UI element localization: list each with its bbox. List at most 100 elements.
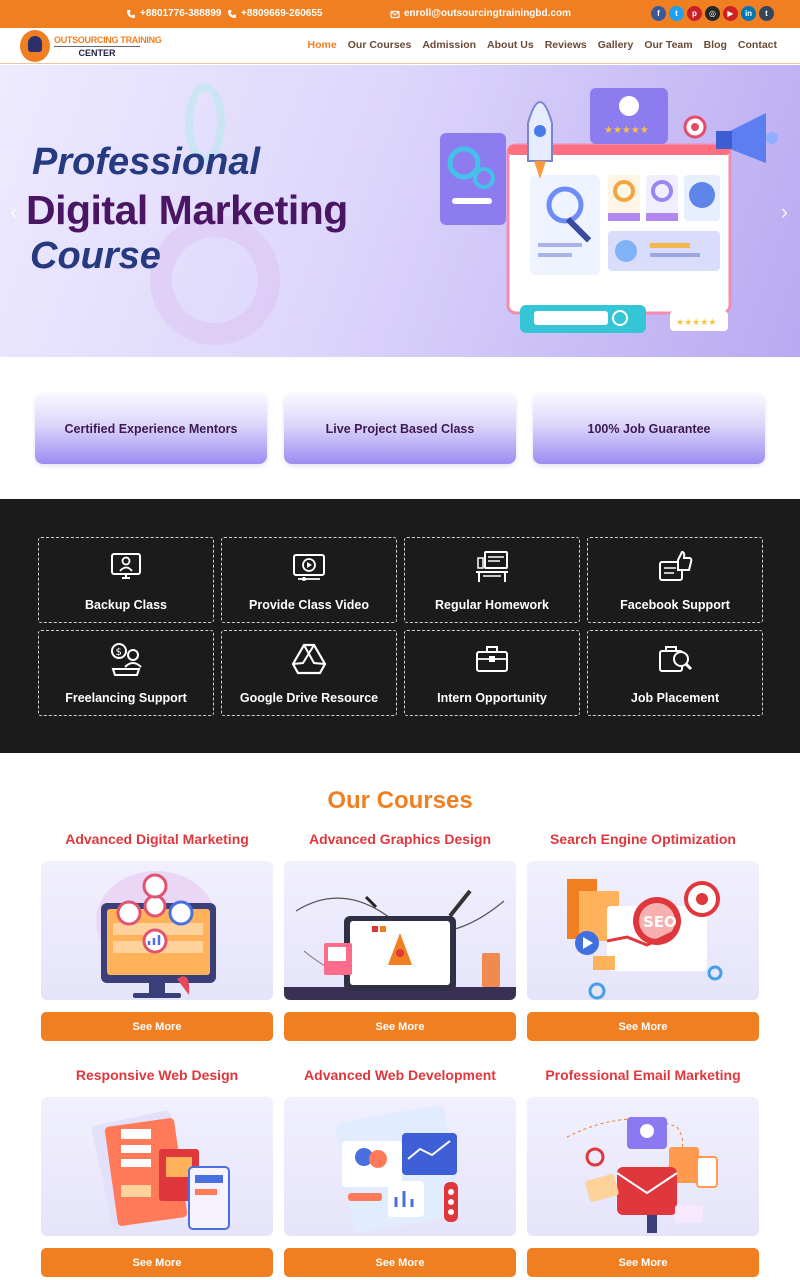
nav-item-contact[interactable]: Contact bbox=[738, 39, 777, 51]
decor-ring bbox=[150, 215, 280, 345]
nav-item-admission[interactable]: Admission bbox=[422, 39, 476, 51]
feature-highlights: Certified Experience Mentors Live Project… bbox=[35, 393, 765, 464]
course-card: Advanced Digital Marketing See More bbox=[41, 831, 273, 1041]
service-card: Regular Homework bbox=[404, 537, 580, 623]
service-card: Facebook Support bbox=[587, 537, 763, 623]
course-title[interactable]: Advanced Digital Marketing bbox=[41, 831, 273, 849]
service-card: Backup Class bbox=[38, 537, 214, 623]
google-drive-icon bbox=[291, 643, 327, 675]
homework-desk-icon bbox=[476, 551, 508, 582]
course-title[interactable]: Responsive Web Design bbox=[41, 1067, 273, 1085]
see-more-button[interactable]: See More bbox=[527, 1012, 759, 1041]
pinterest-icon[interactable]: p bbox=[687, 6, 702, 21]
hero-title-line1: Professional bbox=[32, 141, 261, 183]
nav-item-blog[interactable]: Blog bbox=[704, 39, 727, 51]
seo-badge: SEO bbox=[643, 913, 677, 931]
course-card: Professional Email Marketing See More bbox=[527, 1067, 759, 1277]
youtube-icon[interactable]: ▶ bbox=[723, 6, 738, 21]
course-image[interactable]: SEO bbox=[527, 861, 759, 1000]
nav-item-reviews[interactable]: Reviews bbox=[545, 39, 587, 51]
course-illustration bbox=[336, 1105, 462, 1233]
service-card: Google Drive Resource bbox=[221, 630, 397, 716]
twitter-icon[interactable]: t bbox=[669, 6, 684, 21]
feature-pill: Certified Experience Mentors bbox=[35, 393, 267, 464]
logo-text-line1: OUTSOURCING TRAINING bbox=[54, 35, 162, 45]
hero-title-line2: Digital Marketing bbox=[26, 187, 348, 233]
hero-banner: Professional Digital Marketing Course ★★… bbox=[0, 65, 800, 357]
service-card: Job Placement bbox=[587, 630, 763, 716]
course-image[interactable] bbox=[284, 1097, 516, 1236]
service-label: Job Placement bbox=[630, 691, 720, 705]
service-card: $ Freelancing Support bbox=[38, 630, 214, 716]
phone-icon bbox=[228, 9, 236, 18]
see-more-button[interactable]: See More bbox=[41, 1012, 273, 1041]
envelope-icon bbox=[390, 10, 400, 18]
phone-number-1: +8801776-388899 bbox=[140, 8, 222, 19]
services-section: Backup Class Provide Class Video Regular H… bbox=[0, 499, 800, 753]
phone-contact-2[interactable]: +8809669-260655 bbox=[227, 8, 322, 19]
feature-pill: Live Project Based Class bbox=[284, 393, 516, 464]
phone-icon bbox=[127, 9, 135, 18]
service-card: Provide Class Video bbox=[221, 537, 397, 623]
svg-text:$: $ bbox=[116, 647, 122, 658]
freelancer-dollar-icon: $ bbox=[111, 643, 142, 676]
course-image[interactable] bbox=[527, 1097, 759, 1236]
site-header: OUTSOURCING TRAINING CENTER Home Our Cour… bbox=[0, 28, 800, 64]
site-logo[interactable]: OUTSOURCING TRAINING CENTER bbox=[20, 30, 162, 62]
course-card: Search Engine Optimization SEO See More bbox=[527, 831, 759, 1041]
logo-text-line2: CENTER bbox=[54, 46, 140, 58]
course-illustration bbox=[566, 1117, 718, 1233]
service-label: Google Drive Resource bbox=[239, 691, 379, 705]
course-title[interactable]: Advanced Graphics Design bbox=[284, 831, 516, 849]
course-image[interactable] bbox=[284, 861, 516, 1000]
service-label: Intern Opportunity bbox=[437, 691, 547, 705]
email-contact[interactable]: enroll@outsourcingtrainingbd.com bbox=[390, 8, 571, 19]
course-title[interactable]: Search Engine Optimization bbox=[527, 831, 759, 849]
service-card: Intern Opportunity bbox=[404, 630, 580, 716]
see-more-button[interactable]: See More bbox=[41, 1248, 273, 1277]
nav-item-our-team[interactable]: Our Team bbox=[644, 39, 692, 51]
slider-next-arrow[interactable]: › bbox=[781, 199, 788, 225]
course-title[interactable]: Professional Email Marketing bbox=[527, 1067, 759, 1085]
instagram-icon[interactable]: ◎ bbox=[705, 6, 720, 21]
service-label: Regular Homework bbox=[435, 598, 549, 612]
top-bar: +8801776-388899 +8809669-260655 enroll@o… bbox=[0, 0, 800, 28]
main-nav: Home Our Courses Admission About Us Reviews G… bbox=[308, 39, 777, 51]
see-more-button[interactable]: See More bbox=[284, 1248, 516, 1277]
service-label: Backup Class bbox=[85, 598, 167, 612]
logo-mark-icon bbox=[20, 30, 50, 62]
services-grid: Backup Class Provide Class Video Regular H… bbox=[38, 537, 763, 716]
phone-contact-1[interactable]: +8801776-388899 bbox=[126, 8, 221, 19]
facebook-icon[interactable]: f bbox=[651, 6, 666, 21]
see-more-button[interactable]: See More bbox=[527, 1248, 759, 1277]
feature-pill: 100% Job Guarantee bbox=[533, 393, 765, 464]
course-title[interactable]: Advanced Web Development bbox=[284, 1067, 516, 1085]
course-image[interactable] bbox=[41, 1097, 273, 1236]
hero-title-line3: Course bbox=[30, 235, 161, 277]
thumbs-up-chat-icon bbox=[659, 550, 693, 581]
marketing-illustration: ★★★★★ ★★★★★ bbox=[440, 88, 778, 333]
email-address: enroll@outsourcingtrainingbd.com bbox=[404, 8, 571, 19]
svg-text:★★★★★: ★★★★★ bbox=[676, 318, 716, 328]
course-illustration: SEO bbox=[567, 879, 723, 1000]
phone-number-2: +8809669-260655 bbox=[241, 8, 323, 19]
slider-prev-arrow[interactable]: ‹ bbox=[10, 199, 17, 225]
nav-item-home[interactable]: Home bbox=[308, 39, 337, 51]
nav-item-our-courses[interactable]: Our Courses bbox=[348, 39, 412, 51]
video-play-icon bbox=[293, 554, 325, 581]
service-label: Freelancing Support bbox=[65, 691, 187, 705]
linkedin-icon[interactable]: in bbox=[741, 6, 756, 21]
nav-item-about-us[interactable]: About Us bbox=[487, 39, 534, 51]
nav-item-gallery[interactable]: Gallery bbox=[598, 39, 634, 51]
course-illustration bbox=[91, 1110, 230, 1230]
course-illustration bbox=[284, 889, 516, 1000]
svg-text:★★★★★: ★★★★★ bbox=[604, 125, 649, 136]
course-image[interactable] bbox=[41, 861, 273, 1000]
tumblr-icon[interactable]: t bbox=[759, 6, 774, 21]
course-card: Advanced Web Development See More bbox=[284, 1067, 516, 1277]
course-card: Responsive Web Design See More bbox=[41, 1067, 273, 1277]
briefcase-icon bbox=[476, 646, 508, 672]
service-label: Provide Class Video bbox=[249, 598, 369, 612]
see-more-button[interactable]: See More bbox=[284, 1012, 516, 1041]
course-card: Advanced Graphics Design See More bbox=[284, 831, 516, 1041]
